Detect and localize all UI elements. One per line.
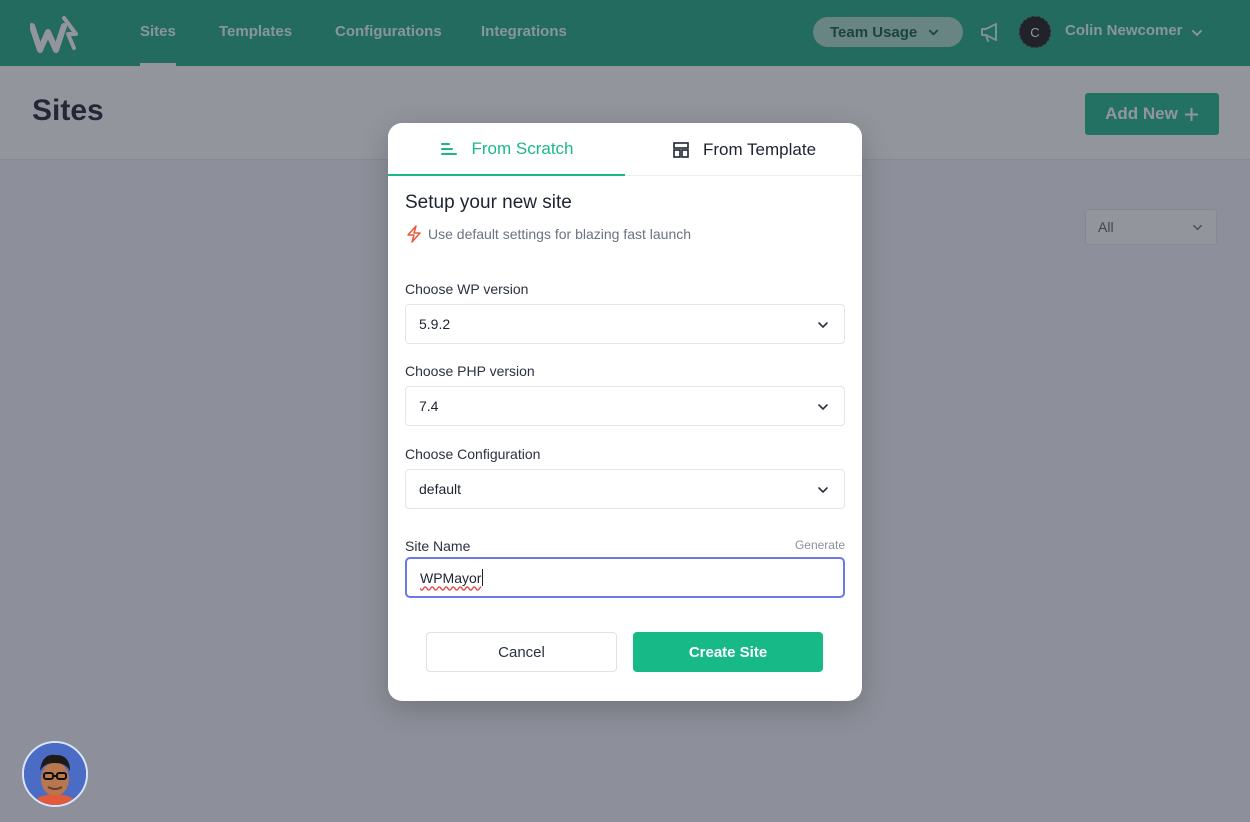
text-caret: [482, 569, 484, 586]
tab-from-template-label: From Template: [702, 139, 817, 159]
site-name-value: WPMayor: [420, 569, 482, 586]
chevron-down-icon: [818, 487, 828, 494]
php-version-value: 7.4: [419, 398, 439, 414]
chevron-down-icon: [818, 404, 828, 411]
wp-version-label: Choose WP version: [405, 281, 529, 297]
tab-from-scratch[interactable]: From Scratch: [388, 123, 625, 176]
wp-version-value: 5.9.2: [419, 316, 451, 332]
cancel-button[interactable]: Cancel: [426, 632, 617, 672]
modal-tabs: From Scratch From Template: [388, 123, 862, 176]
create-site-button[interactable]: Create Site: [633, 632, 823, 672]
php-version-label: Choose PHP version: [405, 363, 535, 379]
php-version-select[interactable]: 7.4: [405, 386, 845, 426]
modal-subtitle: Use default settings for blazing fast la…: [405, 225, 691, 243]
person-avatar-icon: [24, 743, 86, 805]
bars-left-icon: [441, 142, 458, 155]
tab-from-template[interactable]: From Template: [625, 123, 862, 176]
configuration-select[interactable]: default: [405, 469, 845, 509]
lightning-icon: [407, 225, 421, 243]
configuration-value: default: [419, 481, 462, 497]
wp-version-select[interactable]: 5.9.2: [405, 304, 845, 344]
modal-subtitle-text: Use default settings for blazing fast la…: [428, 226, 692, 242]
support-chat-avatar[interactable]: [22, 741, 88, 807]
site-name-input[interactable]: WPMayor: [405, 557, 845, 598]
generate-name-link[interactable]: Generate: [795, 538, 845, 552]
new-site-modal: From Scratch From Template Setup your ne…: [388, 123, 862, 701]
layout-template-icon: [673, 141, 689, 158]
modal-title: Setup your new site: [405, 192, 572, 213]
site-name-label: Site Name: [405, 538, 471, 554]
tab-from-scratch-label: From Scratch: [471, 138, 574, 158]
chevron-down-icon: [818, 322, 828, 329]
configuration-label: Choose Configuration: [405, 446, 541, 462]
